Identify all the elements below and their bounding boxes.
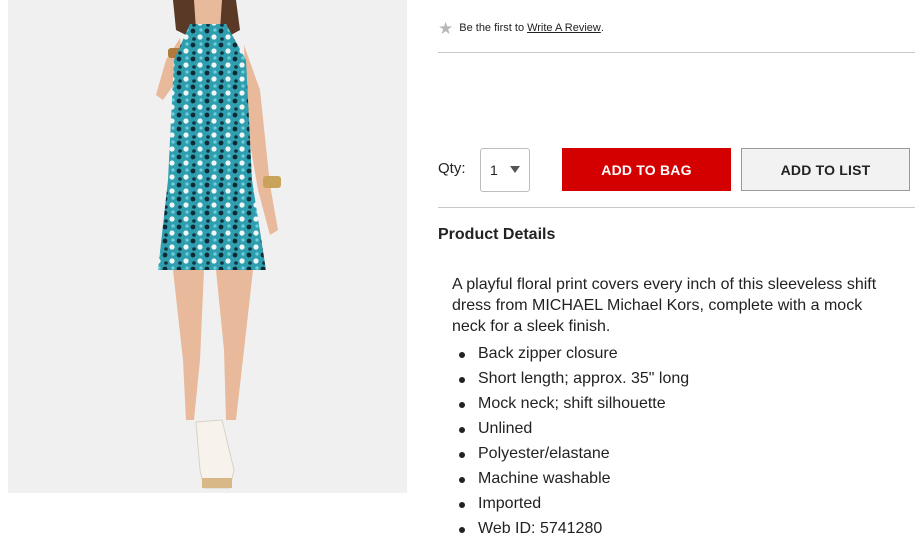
review-prompt: Be the first to: [459, 22, 525, 34]
qty-value: 1: [490, 162, 498, 178]
feature-item: Polyester/elastane: [452, 443, 689, 468]
feature-item: Unlined: [452, 418, 689, 443]
feature-item: Short length; approx. 35" long: [452, 368, 689, 393]
qty-label: Qty:: [438, 160, 466, 177]
empty-star-icon: ★: [438, 18, 454, 38]
add-to-list-button[interactable]: ADD TO LIST: [741, 148, 910, 191]
product-description: A playful floral print covers every inch…: [452, 276, 877, 335]
write-review-link[interactable]: Write A Review: [527, 22, 601, 34]
product-feature-list: Back zipper closure Short length; approx…: [452, 343, 689, 538]
review-row: ★ Be the first to Write A Review .: [438, 17, 604, 39]
product-image[interactable]: [8, 0, 407, 493]
add-to-bag-button[interactable]: ADD TO BAG: [562, 148, 731, 191]
product-photo-illustration: [8, 0, 407, 493]
product-details-heading: Product Details: [438, 226, 556, 243]
divider: [438, 207, 915, 208]
divider: [438, 52, 915, 53]
feature-item: Web ID: 5741280: [452, 518, 689, 538]
review-suffix: .: [600, 22, 604, 34]
feature-item: Back zipper closure: [452, 343, 689, 368]
caret-down-icon: [510, 166, 520, 173]
feature-item: Mock neck; shift silhouette: [452, 393, 689, 418]
feature-item: Imported: [452, 493, 689, 518]
feature-item: Machine washable: [452, 468, 689, 493]
qty-select[interactable]: 1: [480, 148, 530, 192]
